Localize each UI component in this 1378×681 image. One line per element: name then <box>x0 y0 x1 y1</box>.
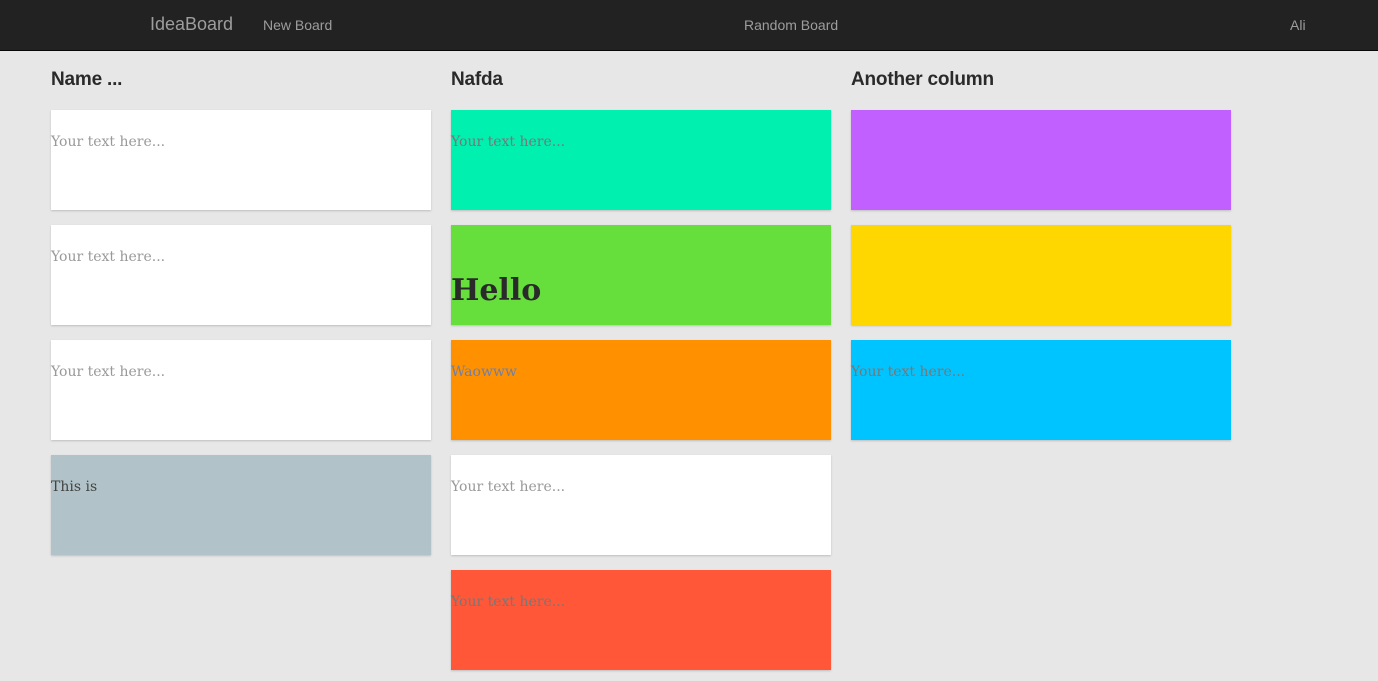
note-card[interactable]: Your text here... <box>51 110 431 210</box>
note-card[interactable]: Your text here... <box>851 340 1231 440</box>
note-card[interactable]: Your text here... <box>51 225 431 325</box>
note-card[interactable] <box>851 225 1231 325</box>
note-text[interactable]: Your text here... <box>851 364 965 380</box>
column-title[interactable]: Another column <box>851 69 994 91</box>
new-board-link[interactable]: New Board <box>263 17 332 33</box>
note-text[interactable]: Hello <box>451 273 541 308</box>
note-text[interactable]: Waowww <box>451 364 517 380</box>
note-card[interactable]: Your text here... <box>451 110 831 210</box>
random-board-link[interactable]: Random Board <box>744 17 838 33</box>
note-text[interactable]: Your text here... <box>451 479 565 495</box>
brand-link[interactable]: IdeaBoard <box>150 14 233 35</box>
note-card[interactable] <box>851 110 1231 210</box>
note-text[interactable]: Your text here... <box>51 364 165 380</box>
note-card[interactable]: Your text here... <box>451 570 831 670</box>
note-card[interactable]: Your text here... <box>451 455 831 555</box>
note-card[interactable]: Hello <box>451 225 831 325</box>
note-text[interactable]: Your text here... <box>51 134 165 150</box>
note-text[interactable]: Your text here... <box>451 594 565 610</box>
note-text[interactable]: Your text here... <box>451 134 565 150</box>
note-card[interactable]: This is <box>51 455 431 555</box>
user-menu-link[interactable]: Ali <box>1290 17 1306 33</box>
column-title[interactable]: Nafda <box>451 69 503 91</box>
top-navbar: IdeaBoard New Board Random Board Ali <box>0 0 1378 51</box>
note-card[interactable]: Your text here... <box>51 340 431 440</box>
note-text[interactable]: This is <box>51 479 97 495</box>
note-card[interactable]: Waowww <box>451 340 831 440</box>
note-text[interactable]: Your text here... <box>51 249 165 265</box>
column-title[interactable]: Name ... <box>51 69 122 91</box>
